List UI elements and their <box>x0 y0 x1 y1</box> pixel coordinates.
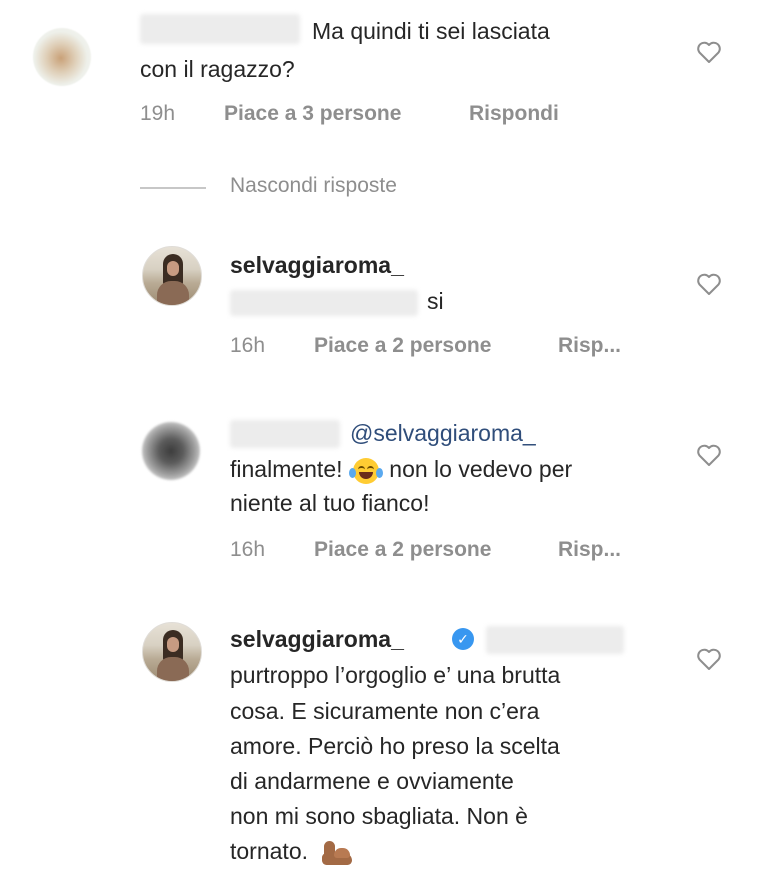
reply-button[interactable]: Risp... <box>558 538 621 562</box>
reply-line-2: cosa. E sicuramente non c’era <box>230 698 540 724</box>
redacted-mention <box>486 626 624 654</box>
reply-line-6-text: tornato. <box>230 838 308 864</box>
verified-badge-icon: ✓ <box>452 628 474 650</box>
heart-icon[interactable] <box>696 647 722 671</box>
reply-line-6: tornato. <box>230 836 354 867</box>
reply-text-line2: niente al tuo fianco! <box>230 490 430 516</box>
heart-icon[interactable] <box>696 40 722 64</box>
redacted-username <box>140 14 300 44</box>
reply-line-1: purtroppo l’orgoglio e’ una brutta <box>230 662 561 688</box>
heart-icon[interactable] <box>696 443 722 467</box>
likes-count-link[interactable]: Piace a 3 persone <box>224 102 401 126</box>
redacted-mention <box>230 290 418 316</box>
likes-count-link[interactable]: Piace a 2 persone <box>314 538 491 562</box>
replies-divider <box>140 187 206 189</box>
redacted-username <box>230 420 340 448</box>
comment-time: 19h <box>140 102 176 125</box>
reply-username[interactable]: selvaggiaroma_ <box>230 624 404 655</box>
reply-button[interactable]: Rispondi <box>469 102 559 126</box>
avatar[interactable] <box>33 28 91 86</box>
reply-text-part1: finalmente! <box>230 456 343 482</box>
reply-text: si <box>427 288 444 314</box>
reply-time: 16h <box>230 538 266 561</box>
flexed-biceps-emoji-icon <box>320 839 354 867</box>
reply-button[interactable]: Risp... <box>558 334 621 358</box>
mention-link[interactable]: @selvaggiaroma_ <box>350 418 536 449</box>
reply-line-4: di andarmene e ovviamente <box>230 768 514 794</box>
reply-time: 16h <box>230 334 266 357</box>
avatar[interactable] <box>142 422 200 480</box>
reply-text-part2: non lo vedevo per <box>389 456 573 482</box>
laughing-emoji-icon <box>348 457 383 484</box>
reply-line-3: amore. Perciò ho preso la scelta <box>230 733 560 759</box>
comment-text-line2: con il ragazzo? <box>140 56 295 82</box>
avatar[interactable] <box>142 246 202 306</box>
likes-count-link[interactable]: Piace a 2 persone <box>314 334 491 358</box>
reply-text-line1: finalmente! non lo vedevo per <box>230 454 572 485</box>
comment-text: Ma quindi ti sei lasciata <box>312 18 550 44</box>
reply-line-5: non mi sono sbagliata. Non è <box>230 803 528 829</box>
reply-username[interactable]: selvaggiaroma_ <box>230 250 404 281</box>
avatar[interactable] <box>142 622 202 682</box>
heart-icon[interactable] <box>696 272 722 296</box>
hide-replies-button[interactable]: Nascondi risposte <box>230 174 397 198</box>
